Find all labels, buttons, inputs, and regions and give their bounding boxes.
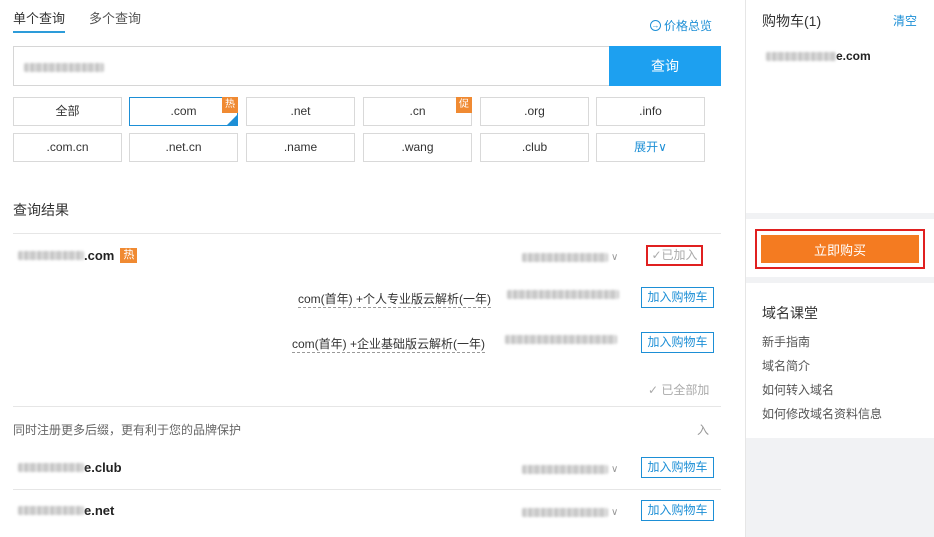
add-to-cart-button[interactable]: 加入购物车 <box>641 287 714 308</box>
tld-option-cn[interactable]: .cn 促 <box>363 97 472 126</box>
domain-search-input[interactable] <box>13 46 609 86</box>
hot-badge: 热 <box>120 248 138 263</box>
hot-badge: 热 <box>222 97 238 113</box>
more-suffix-action[interactable]: 入 <box>697 421 709 438</box>
course-title: 域名课堂 <box>762 305 818 321</box>
added-to-cart-button[interactable]: ✓已加入 <box>646 245 703 266</box>
tld-option-info[interactable]: .info <box>596 97 705 126</box>
tld-option-wang[interactable]: .wang <box>363 133 472 162</box>
all-added-label: 已全部加 <box>661 383 710 397</box>
tld-label: .com <box>170 104 197 118</box>
tld-option-club[interactable]: .club <box>480 133 589 162</box>
blurred-domain-name <box>766 51 836 61</box>
tld-label: .name <box>283 140 318 154</box>
add-to-cart-button[interactable]: 加入购物车 <box>641 457 714 478</box>
highlight-frame: 立即购买 <box>755 229 925 269</box>
tld-label: 全部 <box>55 104 80 118</box>
domain-suffix: e.club <box>84 460 122 475</box>
domain-suffix: e.net <box>84 503 115 518</box>
tld-label: .info <box>639 104 662 118</box>
selected-corner-icon <box>227 115 237 125</box>
result-domain-club: e.club <box>18 460 122 475</box>
domain-search-panel: 单个查询 多个查询 → 价格总览 查询 全部 .com 热 .net .cn 促… <box>0 0 745 537</box>
tld-option-org[interactable]: .org <box>480 97 589 126</box>
tld-option-com[interactable]: .com 热 <box>129 97 238 126</box>
added-label: 已加入 <box>661 248 698 262</box>
chevron-down-icon: ∨ <box>611 252 619 263</box>
chevron-down-icon: ∨ <box>611 507 619 518</box>
price-selector[interactable]: ∨ <box>522 252 618 263</box>
divider <box>13 233 721 234</box>
cart-sidebar: 购物车(1) 清空 e.com 立即购买 域名课堂 新手指南 域名简介 如何转入… <box>745 0 934 537</box>
tld-option-com-cn[interactable]: .com.cn <box>13 133 122 162</box>
expand-label: 展开 <box>634 140 659 154</box>
divider <box>13 489 721 490</box>
buy-panel: 立即购买 <box>746 219 934 277</box>
blurred-domain-name <box>18 506 84 515</box>
cart-title: 购物车(1) <box>762 13 822 29</box>
tld-label: .net.cn <box>165 140 202 154</box>
tld-label: .cn <box>409 104 426 118</box>
bundle-offer-personal: com(首年) +个人专业版云解析(一年) <box>298 292 491 308</box>
domain-suffix: .com <box>84 248 115 263</box>
blurred-domain-name <box>18 251 84 260</box>
query-tabs: 单个查询 多个查询 <box>13 8 141 33</box>
bundle-price <box>507 290 619 299</box>
domain-suffix: e.com <box>836 49 871 63</box>
tld-label: .org <box>524 104 545 118</box>
tab-multi-query[interactable]: 多个查询 <box>89 8 141 33</box>
tld-option-net[interactable]: .net <box>246 97 355 126</box>
tab-single-query[interactable]: 单个查询 <box>13 8 66 33</box>
add-to-cart-button[interactable]: 加入购物车 <box>641 500 714 521</box>
price-selector[interactable]: ∨ <box>522 507 618 518</box>
results-title: 查询结果 <box>13 202 69 218</box>
check-icon: ✓ <box>651 248 662 262</box>
price-overview-label: 价格总览 <box>664 19 713 33</box>
blurred-domain-name <box>18 463 84 472</box>
all-added-status: ✓ 已全部加 <box>648 381 709 398</box>
check-icon: ✓ <box>648 383 659 397</box>
blurred-price <box>507 290 619 299</box>
divider <box>13 406 721 407</box>
result-domain-com: .com 热 <box>18 248 138 263</box>
result-domain-net: e.net <box>18 503 114 518</box>
blurred-query-text <box>24 63 104 72</box>
blurred-price <box>522 253 608 262</box>
blurred-price <box>505 335 617 344</box>
domain-course-panel: 域名课堂 新手指南 域名简介 如何转入域名 如何修改域名资料信息 <box>746 283 934 438</box>
tld-label: .com.cn <box>46 140 89 154</box>
tld-label: .wang <box>401 140 434 154</box>
cart-panel: 购物车(1) 清空 e.com <box>746 0 934 213</box>
buy-now-button[interactable]: 立即购买 <box>761 235 919 263</box>
tld-option-name[interactable]: .name <box>246 133 355 162</box>
bundle-offer-enterprise: com(首年) +企业基础版云解析(一年) <box>292 337 485 353</box>
course-link-intro[interactable]: 域名简介 <box>762 357 810 374</box>
chevron-down-icon: ∨ <box>611 464 619 475</box>
add-to-cart-button[interactable]: 加入购物车 <box>641 332 714 353</box>
arrow-circle-icon: → <box>650 20 661 31</box>
course-link-beginner[interactable]: 新手指南 <box>762 333 810 350</box>
price-selector[interactable]: ∨ <box>522 464 618 475</box>
expand-tlds-button[interactable]: 展开∨ <box>596 133 705 162</box>
search-button[interactable]: 查询 <box>609 46 721 86</box>
cart-item: e.com <box>766 49 871 63</box>
more-suffix-tip: 同时注册更多后缀，更有利于您的品牌保护 <box>13 423 242 437</box>
blurred-price <box>522 465 608 474</box>
price-overview-link[interactable]: → 价格总览 <box>650 17 712 34</box>
chevron-down-icon: ∨ <box>658 140 667 154</box>
blurred-price <box>522 508 608 517</box>
course-link-transfer[interactable]: 如何转入域名 <box>762 381 834 398</box>
tld-label: .net <box>290 104 311 118</box>
tld-option-all[interactable]: 全部 <box>13 97 122 126</box>
promo-badge: 促 <box>456 97 472 113</box>
course-link-modify-info[interactable]: 如何修改域名资料信息 <box>762 405 882 422</box>
clear-cart-link[interactable]: 清空 <box>893 12 917 29</box>
tld-option-net-cn[interactable]: .net.cn <box>129 133 238 162</box>
bundle-price <box>505 335 617 344</box>
tld-label: .club <box>521 140 548 154</box>
